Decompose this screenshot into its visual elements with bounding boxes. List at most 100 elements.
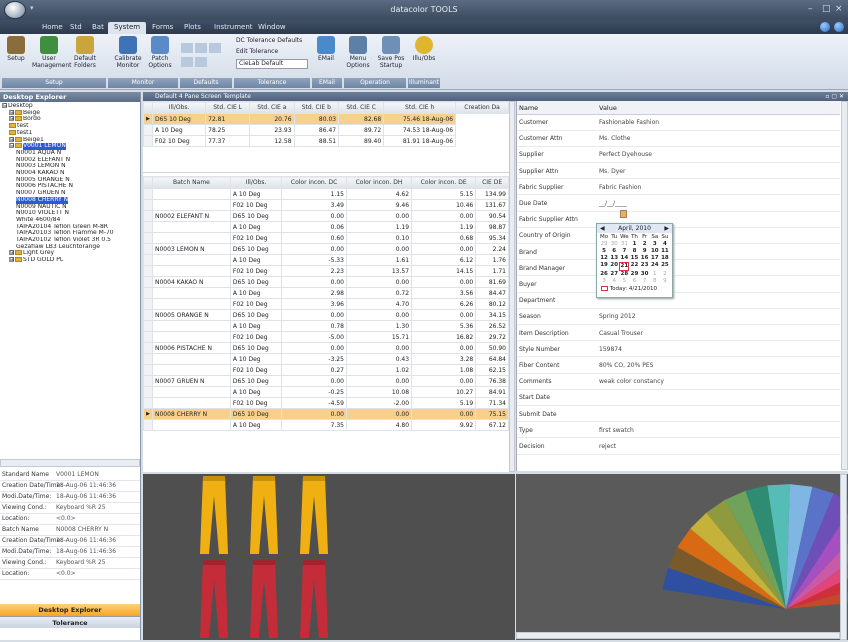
menu-options-button[interactable]: Menu Options — [344, 36, 372, 69]
table-row[interactable]: N0004 KAKAO N D65 10 Deg 0.00 0.00 0.00 81.69 — [143, 276, 509, 288]
calendar-day[interactable]: 24 — [650, 262, 660, 271]
calendar-day[interactable]: 31 — [619, 241, 629, 248]
detail-row[interactable]: Comments weak color constancy — [517, 374, 840, 390]
calendar-day[interactable]: 29 — [629, 271, 639, 278]
expand-toggle-icon[interactable]: ⊞ — [9, 250, 14, 256]
save-pos-button[interactable]: Save Pos Startup — [376, 36, 406, 69]
calendar-day[interactable]: 5 — [599, 248, 609, 255]
table-row[interactable]: A 10 Deg 0.06 1.19 1.19 98.87 — [143, 221, 509, 233]
table-row[interactable]: ▶ N0008 CHERRY N D65 10 Deg 0.00 0.00 0.00 75.… — [143, 408, 509, 420]
column-header[interactable]: Color incon. DC — [281, 176, 347, 189]
calendar-day[interactable]: 3 — [599, 278, 609, 285]
tree-node[interactable]: ⊞ STD GOLD PL — [2, 257, 138, 264]
table-row[interactable]: F02 10 Deg 3.96 4.70 6.26 80.12 — [143, 298, 509, 310]
tab-forms[interactable]: Forms — [146, 22, 179, 34]
expand-toggle-icon[interactable]: ⊞ — [9, 257, 14, 263]
table-row[interactable]: F02 10 Deg 0.60 0.10 0.68 95.34 — [143, 232, 509, 244]
detail-row[interactable]: Style Number 159874 — [517, 342, 840, 358]
tree-node[interactable]: N0002 ELEFANT N — [2, 157, 138, 164]
tree-node[interactable]: test1 — [2, 129, 138, 137]
trouser-swatch[interactable] — [250, 560, 278, 638]
row-selector[interactable] — [143, 276, 153, 288]
column-header[interactable]: Color incon. DH — [345, 176, 413, 189]
row-selector[interactable]: ▶ — [143, 113, 153, 125]
calendar-day[interactable]: 14 — [619, 255, 629, 262]
details-vertical-scrollbar[interactable] — [841, 101, 848, 470]
table-row[interactable]: A 10 Deg 2.98 0.72 3.56 84.47 — [143, 287, 509, 299]
table-row[interactable]: F02 10 Deg 0.27 1.02 1.08 62.15 — [143, 364, 509, 376]
tab-plots[interactable]: Plots — [178, 22, 207, 34]
table-row[interactable]: F02 10 Deg 2.23 13.57 14.15 1.71 — [143, 265, 509, 277]
calendar-day[interactable]: 10 — [650, 248, 660, 255]
calendar-day[interactable]: 4 — [660, 241, 670, 248]
tab-std[interactable]: Std — [64, 22, 88, 34]
tree-node[interactable]: N0007 GRUEN N — [2, 190, 138, 197]
row-selector[interactable] — [143, 342, 153, 354]
row-selector[interactable] — [143, 221, 153, 233]
table-row[interactable]: A 10 Deg -5.33 1.61 6.12 1.76 — [143, 254, 509, 266]
row-selector[interactable] — [143, 364, 153, 376]
row-selector[interactable] — [143, 232, 153, 244]
detail-row[interactable]: Due Date __/__/____ — [517, 196, 840, 212]
fan-horizontal-scrollbar[interactable] — [516, 632, 840, 639]
expand-toggle-icon[interactable]: ⊞ — [9, 136, 14, 142]
detail-row[interactable]: Buyer — [517, 277, 840, 293]
tab-bat[interactable]: Bat — [86, 22, 110, 34]
table-row[interactable]: A 10 Deg -3.25 0.43 3.28 64.84 — [143, 353, 509, 365]
calendar-day[interactable]: 27 — [609, 271, 619, 278]
calendar-day[interactable]: 2 — [640, 241, 650, 248]
table-row[interactable]: N0003 LEMON N D65 10 Deg 0.00 0.00 0.00 2.24 — [143, 243, 509, 255]
calendar-day[interactable]: 5 — [619, 278, 629, 285]
patch-options-button[interactable]: Patch Options — [146, 36, 174, 69]
date-picker-button[interactable] — [620, 210, 627, 218]
calendar-day[interactable]: 23 — [640, 262, 650, 271]
row-selector[interactable] — [143, 135, 153, 147]
column-header[interactable]: CIE DE — [475, 176, 509, 189]
calendar-day[interactable]: 6 — [609, 248, 619, 255]
detail-row[interactable]: Country of Origin — [517, 228, 840, 244]
tree-node[interactable]: N0008 CHERRY N — [2, 196, 138, 204]
calendar-day[interactable]: 1 — [629, 241, 639, 248]
detail-row[interactable]: Supplier Perfect Dyehouse — [517, 147, 840, 163]
trouser-swatch[interactable] — [200, 476, 228, 554]
tree-node[interactable]: N0005 ORANGE N — [2, 177, 138, 184]
tab-system[interactable]: System — [108, 22, 147, 34]
detail-row[interactable]: Decision reject — [517, 439, 840, 455]
row-selector[interactable] — [143, 298, 153, 310]
detail-row[interactable]: Customer Fashionable Fashion — [517, 115, 840, 131]
calendar-day[interactable]: 30 — [609, 241, 619, 248]
tree-node[interactable]: N0009 NAUTIC N — [2, 204, 138, 211]
table-row[interactable]: ▶ D65 10 Deg 72.81 20.76 80.03 82.68 75.46 18-… — [143, 113, 509, 125]
detail-row[interactable]: Season Spring 2012 — [517, 309, 840, 325]
grid-vertical-scrollbar[interactable] — [509, 101, 515, 472]
expand-toggle-icon[interactable]: ⊟ — [2, 103, 7, 109]
row-selector[interactable] — [143, 320, 153, 332]
row-selector[interactable] — [143, 188, 153, 200]
column-header[interactable]: Batch Name — [152, 176, 231, 189]
nav-desktop-explorer[interactable]: Desktop Explorer — [0, 604, 140, 616]
calendar-day[interactable]: 7 — [619, 248, 629, 255]
calendar-day[interactable]: 29 — [599, 241, 609, 248]
calendar-day[interactable]: 9 — [660, 278, 670, 285]
row-selector[interactable] — [143, 397, 153, 409]
tree-node[interactable]: ⊟ V0001 LEMON — [2, 143, 138, 150]
column-header[interactable]: Ill/Obs. — [229, 176, 283, 189]
trouser-swatch[interactable] — [300, 476, 328, 554]
table-row[interactable]: F02 10 Deg 77.37 12.58 88.51 89.40 81.91 18-A… — [143, 135, 509, 147]
detail-row[interactable]: Department — [517, 293, 840, 309]
column-header[interactable]: Color incon. DE — [411, 176, 477, 189]
detail-row[interactable]: Item Description Casual Trouser — [517, 326, 840, 342]
calendar-day[interactable]: 20 — [609, 262, 619, 271]
column-header[interactable]: Std. CIE b — [293, 101, 340, 114]
detail-row[interactable]: Fiber Content 80% CO, 20% PES — [517, 358, 840, 374]
defaults-chart-icons[interactable] — [180, 42, 228, 68]
row-selector[interactable] — [143, 265, 153, 277]
detail-row[interactable]: Fabric Supplier Attn — [517, 212, 840, 228]
explorer-tree[interactable]: ⊟Desktop ⊞ Beige ⊞ Bordo test test1 ⊞ Beige1 ⊟ V00… — [0, 102, 140, 457]
info-icon[interactable] — [834, 22, 844, 32]
calendar-day[interactable]: 9 — [640, 248, 650, 255]
next-month-icon[interactable]: ▶ — [664, 224, 669, 233]
calendar-day[interactable]: 16 — [640, 255, 650, 262]
tree-node[interactable]: ⊞ Bordo — [2, 116, 138, 123]
fan-vertical-scrollbar[interactable] — [840, 474, 847, 640]
